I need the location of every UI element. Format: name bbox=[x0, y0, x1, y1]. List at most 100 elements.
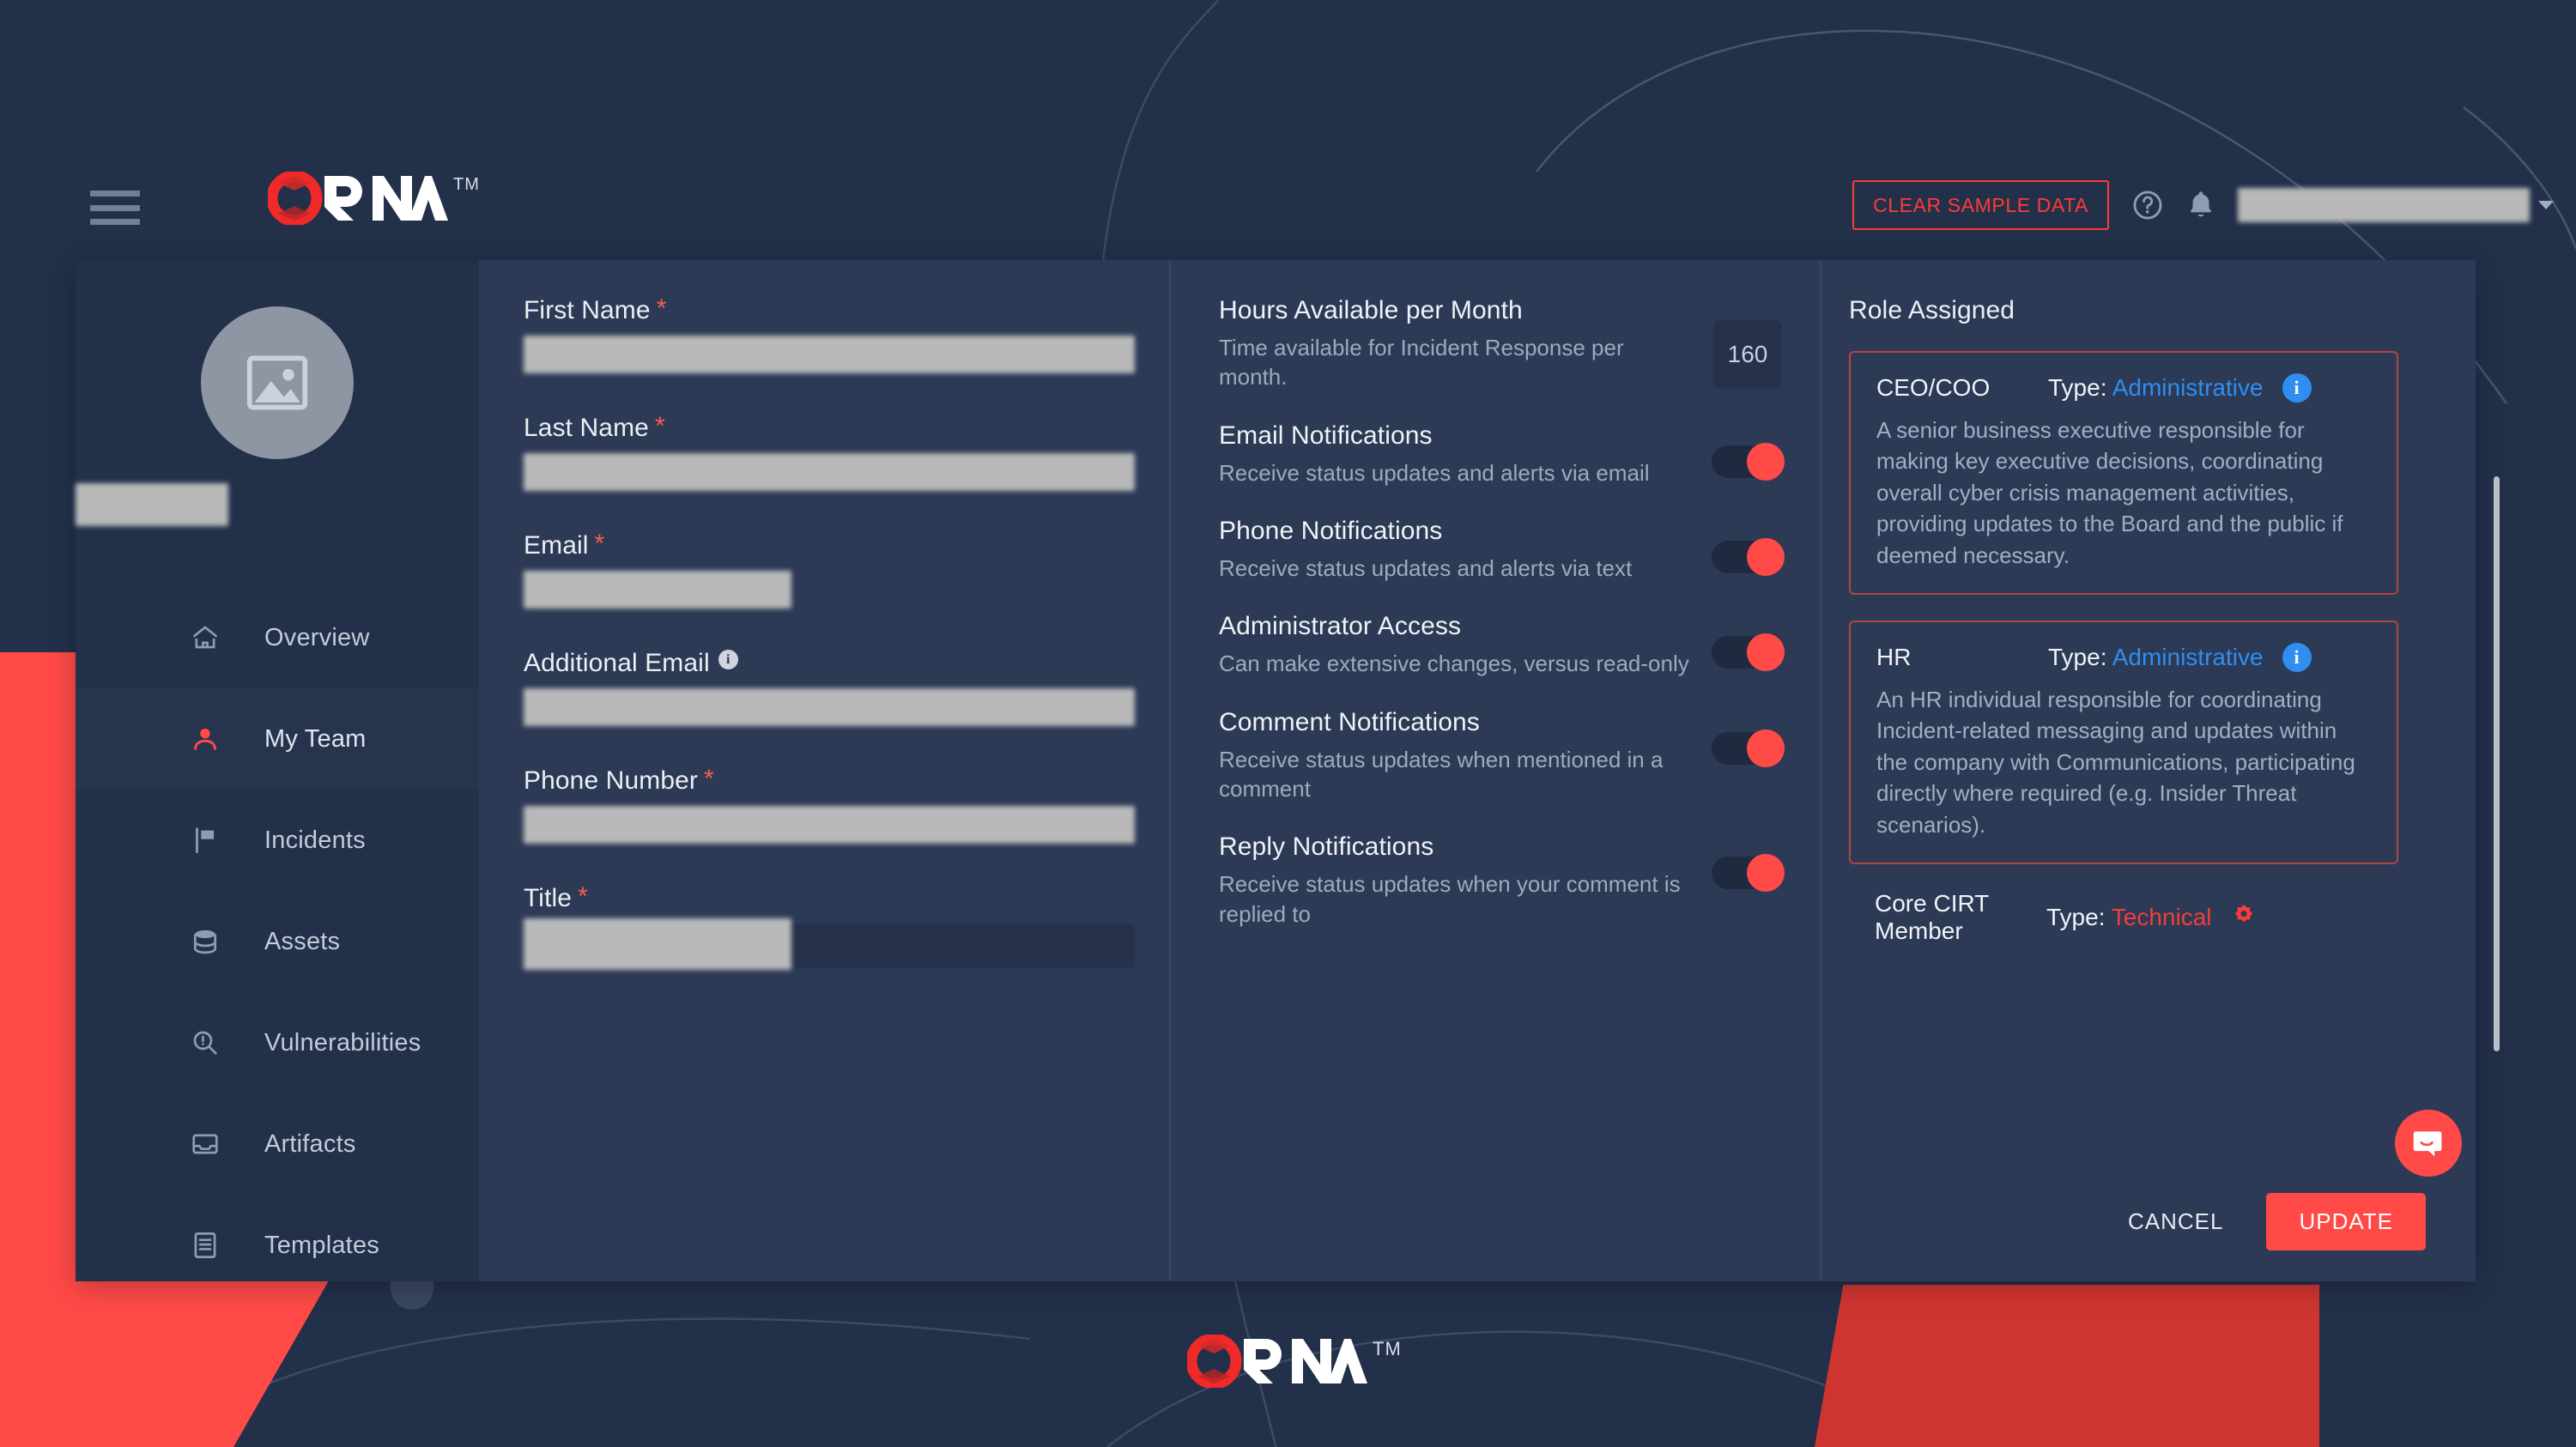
cancel-button[interactable]: CANCEL bbox=[2123, 1196, 2228, 1247]
avatar[interactable] bbox=[201, 306, 354, 459]
sidebar-item-overview[interactable]: Overview bbox=[76, 587, 479, 688]
sidebar-item-label: Vulnerabilities bbox=[264, 1028, 421, 1056]
required-marker: * bbox=[594, 530, 605, 558]
setting-text: Phone Notifications Receive status updat… bbox=[1219, 517, 1694, 583]
email-input[interactable] bbox=[524, 571, 791, 608]
top-bar: TM CLEAR SAMPLE DATA bbox=[0, 0, 2576, 257]
panel-actions: CANCEL UPDATE bbox=[2123, 1193, 2426, 1250]
hours-available-input[interactable]: 160 bbox=[1713, 320, 1782, 389]
setting-title: Phone Notifications bbox=[1219, 516, 1443, 545]
field-first-name: First Name * bbox=[524, 296, 1135, 409]
setting-description: Receive status updates when your comment… bbox=[1219, 871, 1681, 927]
update-button[interactable]: UPDATE bbox=[2266, 1193, 2426, 1250]
orna-logo-header: TM bbox=[268, 172, 480, 225]
top-bar-actions: CLEAR SAMPLE DATA bbox=[1852, 180, 2576, 230]
setting-control: 160 bbox=[1713, 296, 1782, 389]
setting-control bbox=[1712, 708, 1785, 767]
required-marker: * bbox=[578, 882, 588, 911]
role-type-value: Technical bbox=[2111, 903, 2212, 930]
setting-reply-notifications: Reply Notifications Receive status updat… bbox=[1219, 832, 1785, 929]
trademark-symbol: TM bbox=[1373, 1338, 1402, 1359]
document-list-icon bbox=[189, 1229, 233, 1262]
clear-sample-data-button[interactable]: CLEAR SAMPLE DATA bbox=[1852, 180, 2109, 230]
sidebar-item-templates[interactable]: Templates bbox=[76, 1195, 479, 1296]
hamburger-menu-icon[interactable] bbox=[90, 191, 140, 225]
role-description: A senior business executive responsible … bbox=[1876, 417, 2343, 568]
last-name-input[interactable] bbox=[524, 453, 1135, 491]
sidebar-item-artifacts[interactable]: Artifacts bbox=[76, 1093, 479, 1195]
chevron-down-icon[interactable] bbox=[2538, 201, 2554, 209]
title-input-wrapper[interactable] bbox=[524, 918, 1135, 979]
role-name: Core CIRT Member bbox=[1875, 889, 1989, 944]
required-marker: * bbox=[703, 765, 714, 793]
help-circle-icon[interactable] bbox=[2131, 189, 2164, 221]
required-marker: * bbox=[654, 412, 665, 440]
title-input[interactable] bbox=[524, 918, 791, 970]
role-card-header: CEO/COO Type: Administrative i bbox=[1876, 373, 2371, 403]
role-card-header: HR Type: Administrative i bbox=[1876, 642, 2371, 672]
additional-email-input[interactable] bbox=[524, 688, 1135, 726]
sidebar-item-my-team[interactable]: My Team bbox=[76, 688, 479, 790]
bell-icon[interactable] bbox=[2186, 189, 2215, 221]
user-email-redacted bbox=[2238, 188, 2530, 222]
image-placeholder-icon bbox=[246, 355, 308, 410]
reply-notifications-toggle[interactable] bbox=[1712, 854, 1785, 893]
info-icon[interactable]: i bbox=[2282, 373, 2312, 403]
edit-team-member-panel: Overview My Team Incidents Assets Vulner… bbox=[76, 260, 2500, 1281]
roles-scrollbar[interactable] bbox=[2494, 476, 2500, 1051]
setting-control bbox=[1712, 517, 1785, 576]
profile-form-column: First Name * Last Name * Email * Additio… bbox=[479, 260, 1169, 1281]
role-type-label: Type: bbox=[2048, 374, 2107, 401]
chat-bubble-icon[interactable] bbox=[2395, 1110, 2462, 1177]
profile-name-redacted bbox=[76, 483, 228, 526]
setting-phone-notifications: Phone Notifications Receive status updat… bbox=[1219, 517, 1785, 583]
field-label: Phone Number * bbox=[524, 766, 1135, 796]
role-type: Type: Administrative bbox=[2048, 374, 2264, 402]
role-type-value: Administrative bbox=[2112, 643, 2264, 670]
required-marker: * bbox=[656, 294, 667, 323]
role-card-ceo-coo[interactable]: CEO/COO Type: Administrative i A senior … bbox=[1849, 351, 2398, 595]
setting-text: Comment Notifications Receive status upd… bbox=[1219, 708, 1694, 804]
roles-list: CEO/COO Type: Administrative i A senior … bbox=[1849, 351, 2415, 1081]
field-label: First Name * bbox=[524, 296, 1135, 325]
inbox-icon bbox=[189, 1128, 233, 1160]
setting-administrator-access: Administrator Access Can make extensive … bbox=[1219, 612, 1785, 678]
setting-control bbox=[1712, 832, 1785, 893]
setting-text: Administrator Access Can make extensive … bbox=[1219, 612, 1694, 678]
field-email: Email * bbox=[524, 531, 1135, 644]
setting-title: Administrator Access bbox=[1219, 612, 1462, 641]
sidebar-item-label: Templates bbox=[264, 1231, 379, 1259]
database-icon bbox=[189, 925, 233, 958]
role-name: CEO/COO bbox=[1876, 374, 1991, 401]
sidebar-item-vulnerabilities[interactable]: Vulnerabilities bbox=[76, 992, 479, 1093]
roles-section-title: Role Assigned bbox=[1849, 296, 2015, 324]
search-alert-icon bbox=[189, 1026, 233, 1059]
user-menu[interactable] bbox=[2238, 188, 2576, 222]
role-card-header: Core CIRT Member Type: Technical bbox=[1875, 890, 2373, 945]
sidebar-item-label: Overview bbox=[264, 623, 370, 651]
sidebar-item-assets[interactable]: Assets bbox=[76, 891, 479, 992]
setting-title: Email Notifications bbox=[1219, 421, 1433, 450]
sidebar-item-incidents[interactable]: Incidents bbox=[76, 790, 479, 891]
administrator-access-toggle[interactable] bbox=[1712, 633, 1785, 672]
role-name: HR bbox=[1876, 643, 1912, 670]
trademark-symbol: TM bbox=[453, 175, 480, 194]
setting-email-notifications: Email Notifications Receive status updat… bbox=[1219, 421, 1785, 487]
gear-icon[interactable] bbox=[2229, 903, 2258, 932]
setting-title: Reply Notifications bbox=[1219, 832, 1434, 862]
info-icon[interactable]: i bbox=[2282, 642, 2312, 672]
field-phone-number: Phone Number * bbox=[524, 766, 1135, 879]
orna-wordmark-icon bbox=[268, 172, 448, 225]
role-type: Type: Technical bbox=[2046, 904, 2212, 931]
phone-number-input[interactable] bbox=[524, 806, 1135, 844]
comment-notifications-toggle[interactable] bbox=[1712, 729, 1785, 767]
phone-notifications-toggle[interactable] bbox=[1712, 537, 1785, 576]
email-notifications-toggle[interactable] bbox=[1712, 442, 1785, 481]
role-card-hr[interactable]: HR Type: Administrative i An HR individu… bbox=[1849, 620, 2398, 864]
field-label: Last Name * bbox=[524, 414, 1135, 443]
sidebar-nav: Overview My Team Incidents Assets Vulner… bbox=[76, 587, 479, 1296]
role-card-core-cirt-member[interactable]: Core CIRT Member Type: Technical bbox=[1849, 890, 2398, 945]
decorative-red-shape-right bbox=[1813, 1285, 2319, 1447]
first-name-input[interactable] bbox=[524, 336, 1135, 373]
info-icon[interactable]: i bbox=[718, 650, 738, 669]
